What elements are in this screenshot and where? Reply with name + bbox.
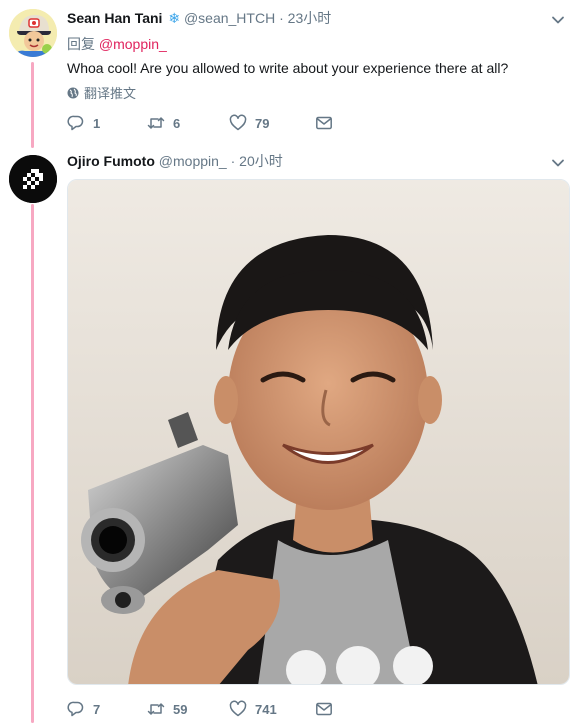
replying-to-label: 回复 xyxy=(67,36,95,52)
like-count: 79 xyxy=(255,115,270,131)
avatar[interactable] xyxy=(9,155,57,203)
tweet[interactable]: Ojiro Fumoto @moppin_ · 20小时 7 59 741 xyxy=(0,145,584,723)
chevron-down-icon[interactable] xyxy=(550,12,566,28)
separator-dot: · xyxy=(279,10,284,26)
reply-count: 7 xyxy=(93,701,101,717)
like-button[interactable]: 79 xyxy=(229,112,315,134)
heart-icon xyxy=(229,114,247,131)
envelope-icon xyxy=(316,116,332,130)
like-button[interactable]: 741 xyxy=(229,698,315,720)
translate-label: 翻译推文 xyxy=(84,86,137,101)
globe-icon xyxy=(67,87,79,98)
direct-message-button[interactable] xyxy=(315,112,333,134)
tweet[interactable]: Sean Han Tani ❄ @sean_HTCH · 23小时 回复 @mo… xyxy=(0,0,584,145)
tweet-text: Whoa cool! Are you allowed to write abou… xyxy=(67,60,509,76)
reply-button[interactable]: 7 xyxy=(67,698,147,720)
avatar-illustration xyxy=(9,9,57,57)
tweet-actions: 7 59 741 xyxy=(67,698,333,720)
avatar-illustration xyxy=(9,155,57,203)
mention-link[interactable]: @moppin_ xyxy=(99,36,167,52)
separator-dot: · xyxy=(230,153,236,169)
tweet-actions: 1 6 79 xyxy=(67,112,333,134)
direct-message-button[interactable] xyxy=(315,698,333,720)
retweet-button[interactable]: 59 xyxy=(147,698,229,720)
avatar[interactable] xyxy=(9,9,57,57)
user-handle[interactable]: @moppin_ xyxy=(159,153,227,169)
heart-icon xyxy=(229,700,247,717)
reply-icon xyxy=(67,115,84,131)
retweet-icon xyxy=(147,117,165,129)
reply-count: 1 xyxy=(93,115,101,131)
timestamp[interactable]: 20小时 xyxy=(239,153,283,169)
replying-to: 回复 @moppin_ xyxy=(67,34,167,54)
retweet-count: 6 xyxy=(173,115,181,131)
like-count: 741 xyxy=(255,701,277,717)
display-name[interactable]: Ojiro Fumoto xyxy=(67,153,155,169)
tweet-photo[interactable] xyxy=(67,179,570,685)
photo-illustration xyxy=(68,180,569,684)
retweet-button[interactable]: 6 xyxy=(147,112,229,134)
user-handle[interactable]: @sean_HTCH xyxy=(184,10,275,26)
reply-icon xyxy=(67,701,84,717)
snowflake-icon: ❄ xyxy=(168,10,181,26)
translate-tweet-link[interactable]: 翻译推文 xyxy=(67,83,136,102)
envelope-icon xyxy=(316,702,332,716)
timestamp[interactable]: 23小时 xyxy=(288,10,332,26)
retweet-icon xyxy=(147,703,165,715)
display-name[interactable]: Sean Han Tani xyxy=(67,10,162,26)
chevron-down-icon[interactable] xyxy=(550,155,566,171)
reply-button[interactable]: 1 xyxy=(67,112,147,134)
tweet-header: Sean Han Tani ❄ @sean_HTCH · 23小时 xyxy=(67,9,331,27)
tweet-header: Ojiro Fumoto @moppin_ · 20小时 xyxy=(67,152,283,170)
retweet-count: 59 xyxy=(173,701,188,717)
